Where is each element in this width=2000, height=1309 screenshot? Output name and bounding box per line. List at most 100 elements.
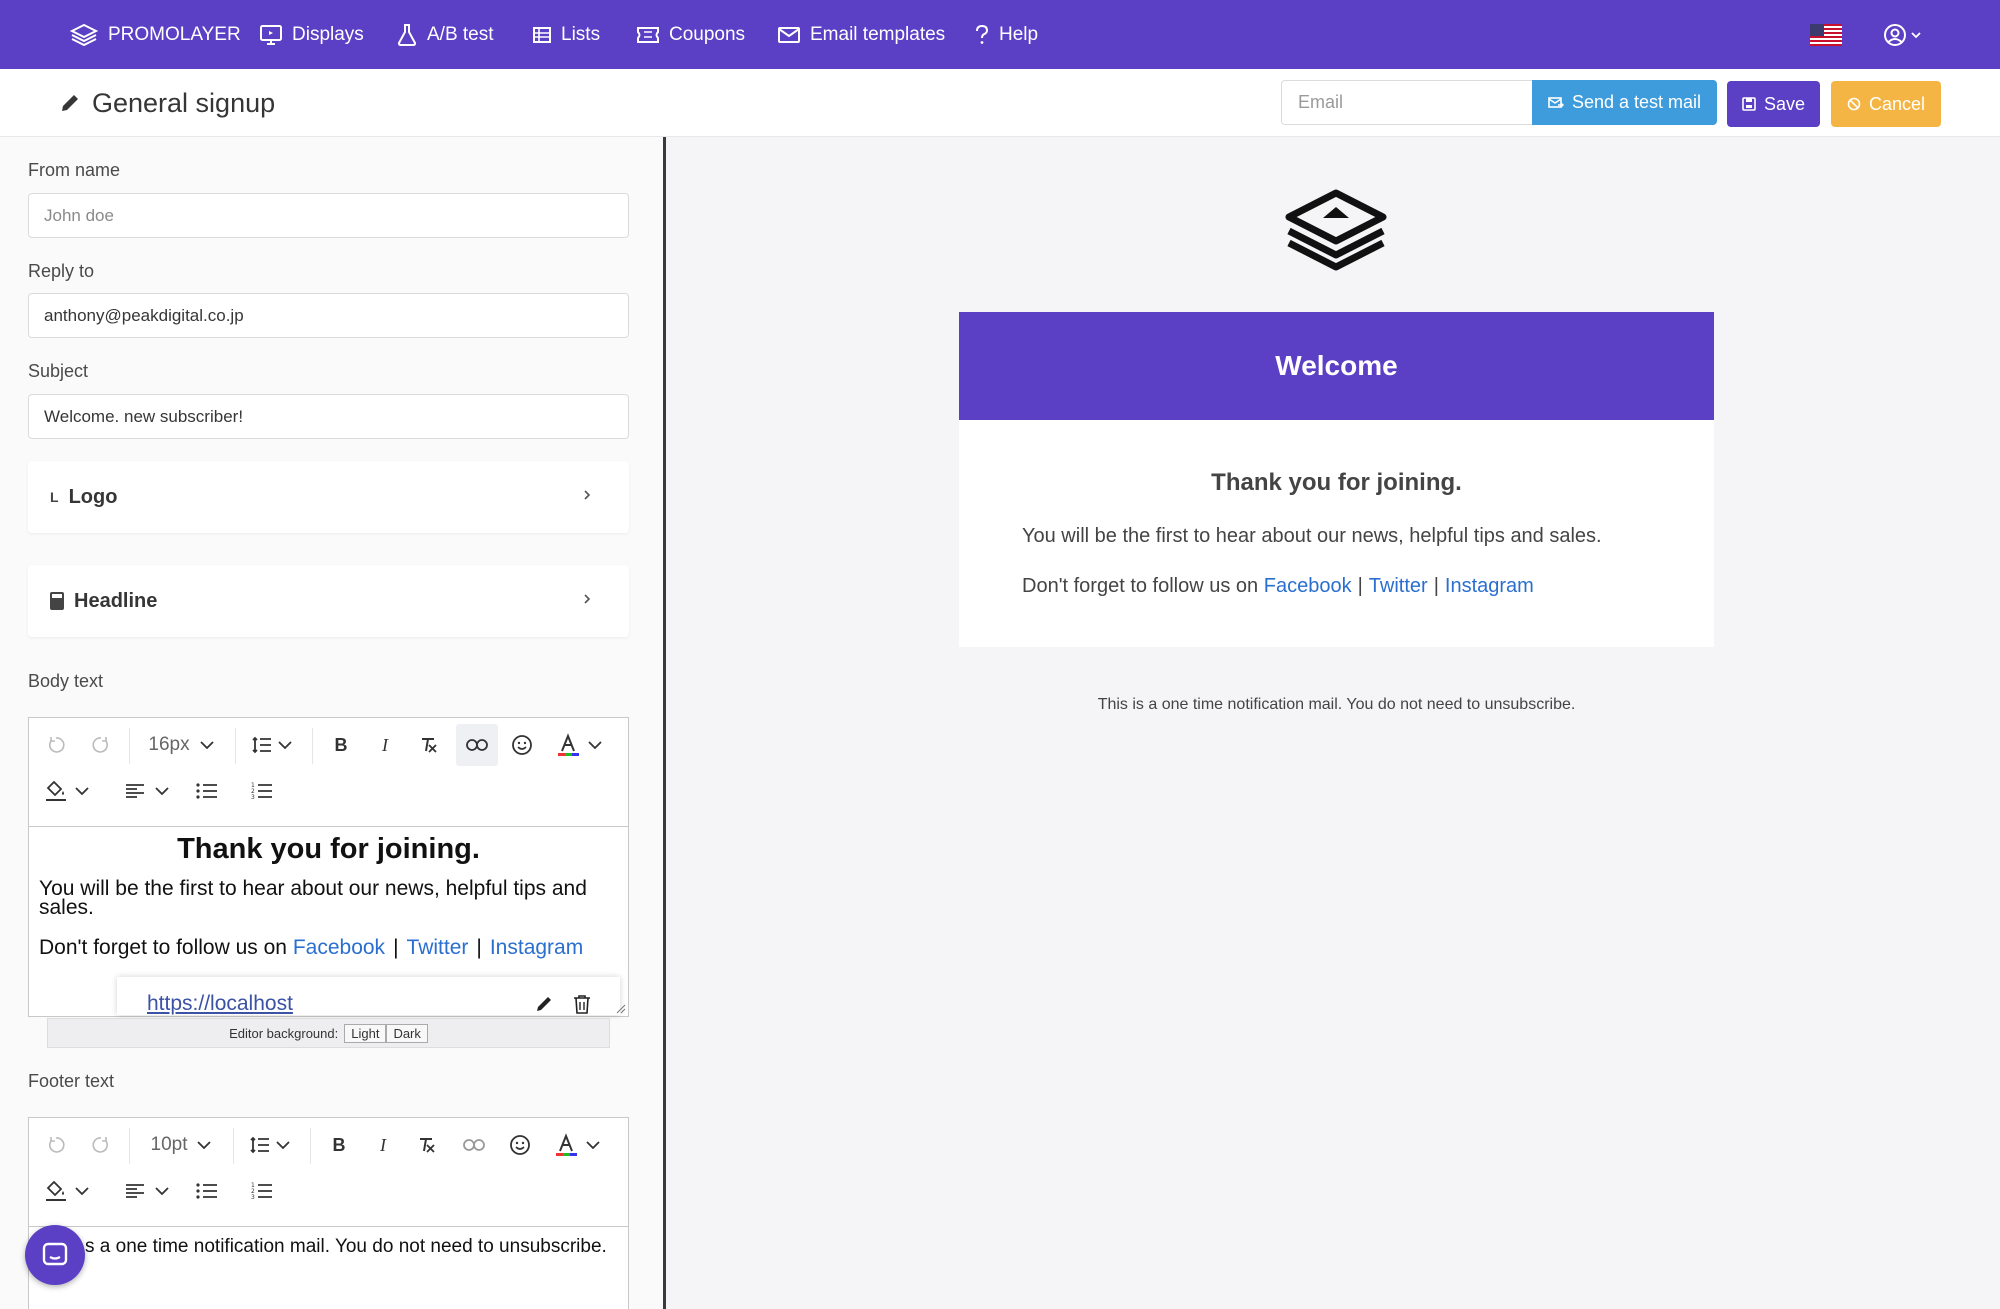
numbered-list-button[interactable]: 123 [247, 776, 277, 806]
bullet-list-button[interactable] [192, 776, 222, 806]
preview-headline: Thank you for joining. [1211, 469, 1462, 496]
paint-bucket-icon [46, 1180, 66, 1201]
redo-button[interactable] [86, 1130, 116, 1160]
nav-help[interactable]: Help [975, 0, 1038, 69]
bullet-list-button[interactable] [192, 1176, 222, 1206]
line-height-select[interactable] [245, 1130, 295, 1160]
preview-twitter-link[interactable]: Twitter [1369, 575, 1428, 597]
question-icon [975, 24, 989, 45]
list-icon [533, 26, 551, 43]
nav-coupons-label: Coupons [669, 23, 746, 45]
instagram-link[interactable]: Instagram [490, 936, 583, 959]
bold-icon: B [334, 734, 348, 755]
text-color-select[interactable] [551, 730, 607, 760]
reply-to-input[interactable] [28, 293, 629, 338]
link-button[interactable] [456, 724, 498, 766]
text-color-select[interactable] [549, 1130, 605, 1160]
undo-button[interactable] [41, 730, 71, 760]
bullet-list-icon [196, 1183, 217, 1199]
save-button[interactable]: Save [1727, 81, 1820, 127]
line-height-select[interactable] [247, 730, 297, 760]
font-size-value: 16px [148, 734, 190, 755]
subject-input[interactable] [28, 394, 629, 439]
reply-to-label: Reply to [28, 261, 95, 281]
numbered-list-button[interactable]: 123 [247, 1176, 277, 1206]
bg-light-button[interactable]: Light [344, 1023, 387, 1043]
chevron-down-icon [278, 740, 292, 749]
italic-button[interactable]: I [368, 1130, 398, 1160]
text-color-icon [558, 733, 579, 756]
preview-paragraph: You will be the first to hear about our … [1022, 525, 1602, 547]
bold-button[interactable]: B [324, 1130, 354, 1160]
background-color-select[interactable] [41, 1176, 93, 1206]
test-email-input[interactable] [1281, 80, 1533, 125]
flask-icon [397, 23, 417, 46]
send-test-mail-button[interactable]: Send a test mail [1532, 80, 1717, 125]
emoji-button[interactable] [505, 1130, 535, 1160]
bold-button[interactable]: B [326, 730, 356, 760]
background-color-select[interactable] [41, 776, 93, 806]
toolbar-separator [310, 1128, 311, 1164]
body-text-label: Body text [28, 671, 104, 691]
preview-footer: This is a one time notification mail. Yo… [1097, 696, 1576, 713]
footer-text-value: s a one time notification mail. You do n… [85, 1236, 607, 1257]
align-select[interactable] [119, 776, 175, 806]
body-follow-line: Don't forget to follow us on Facebook | Tw… [39, 936, 583, 960]
facebook-link[interactable]: Facebook [293, 936, 385, 959]
clear-format-button[interactable] [412, 1130, 442, 1160]
ban-icon [1847, 97, 1861, 111]
preview-follow-prefix: Don't forget to follow us on [1022, 575, 1264, 597]
cancel-button[interactable]: Cancel [1831, 81, 1941, 127]
undo-button[interactable] [41, 1130, 71, 1160]
user-menu[interactable] [1883, 0, 1921, 69]
link-popup: https://localhost [117, 977, 620, 1015]
body-text-content[interactable]: Thank you for joining. You will be the f… [29, 826, 628, 1016]
toolbar-separator [312, 728, 313, 764]
nav-email-templates[interactable]: Email templates [778, 0, 945, 69]
emoji-button[interactable] [507, 730, 537, 760]
nav-coupons[interactable]: Coupons [637, 0, 745, 69]
redo-button[interactable] [86, 730, 116, 760]
language-selector[interactable] [1810, 0, 1842, 69]
nav-ab-test[interactable]: A/B test [397, 0, 494, 69]
font-size-select[interactable]: 10pt [141, 1130, 221, 1160]
bg-dark-button[interactable]: Dark [386, 1023, 428, 1043]
headline-section[interactable]: Headline [28, 565, 629, 637]
clear-format-icon [420, 1138, 435, 1153]
preview-instagram-link[interactable]: Instagram [1445, 575, 1534, 597]
from-name-input[interactable] [28, 193, 629, 238]
paint-bucket-icon [46, 780, 66, 801]
numbered-list-icon: 123 [251, 782, 272, 800]
footer-text-content[interactable]: s a one time notification mail. You do n… [29, 1226, 628, 1309]
chat-launcher-button[interactable] [25, 1225, 85, 1285]
twitter-link[interactable]: Twitter [407, 936, 469, 959]
resize-handle-icon[interactable] [616, 1004, 626, 1014]
align-select[interactable] [119, 1176, 175, 1206]
brand-logo[interactable]: PROMOLAYER [70, 0, 241, 69]
italic-button[interactable]: I [370, 730, 400, 760]
link-button[interactable] [459, 1130, 489, 1160]
undo-icon [48, 1137, 65, 1153]
undo-icon [48, 737, 65, 753]
nav-displays[interactable]: Displays [260, 0, 364, 69]
chevron-down-icon [155, 1186, 169, 1195]
link-popup-url[interactable]: https://localhost [147, 992, 293, 1015]
clear-format-button[interactable] [414, 730, 444, 760]
monitor-icon [260, 24, 282, 45]
chevron-right-icon [583, 592, 591, 606]
chevron-down-icon [1911, 31, 1921, 39]
panel-divider[interactable] [663, 137, 666, 1309]
logo-section[interactable]: L Logo [28, 461, 629, 533]
delete-link-button[interactable] [573, 994, 591, 1014]
link-icon [466, 739, 488, 751]
font-size-select[interactable]: 16px [141, 730, 221, 760]
envelope-icon [778, 26, 800, 44]
nav-displays-label: Displays [292, 23, 364, 45]
brand-name: PROMOLAYER [108, 23, 241, 45]
edit-link-button[interactable] [535, 995, 553, 1013]
preview-facebook-link[interactable]: Facebook [1264, 575, 1352, 597]
trash-icon [574, 995, 590, 1014]
chevron-right-icon [583, 488, 591, 502]
nav-lists[interactable]: Lists [533, 0, 600, 69]
from-name-label: From name [28, 160, 121, 180]
